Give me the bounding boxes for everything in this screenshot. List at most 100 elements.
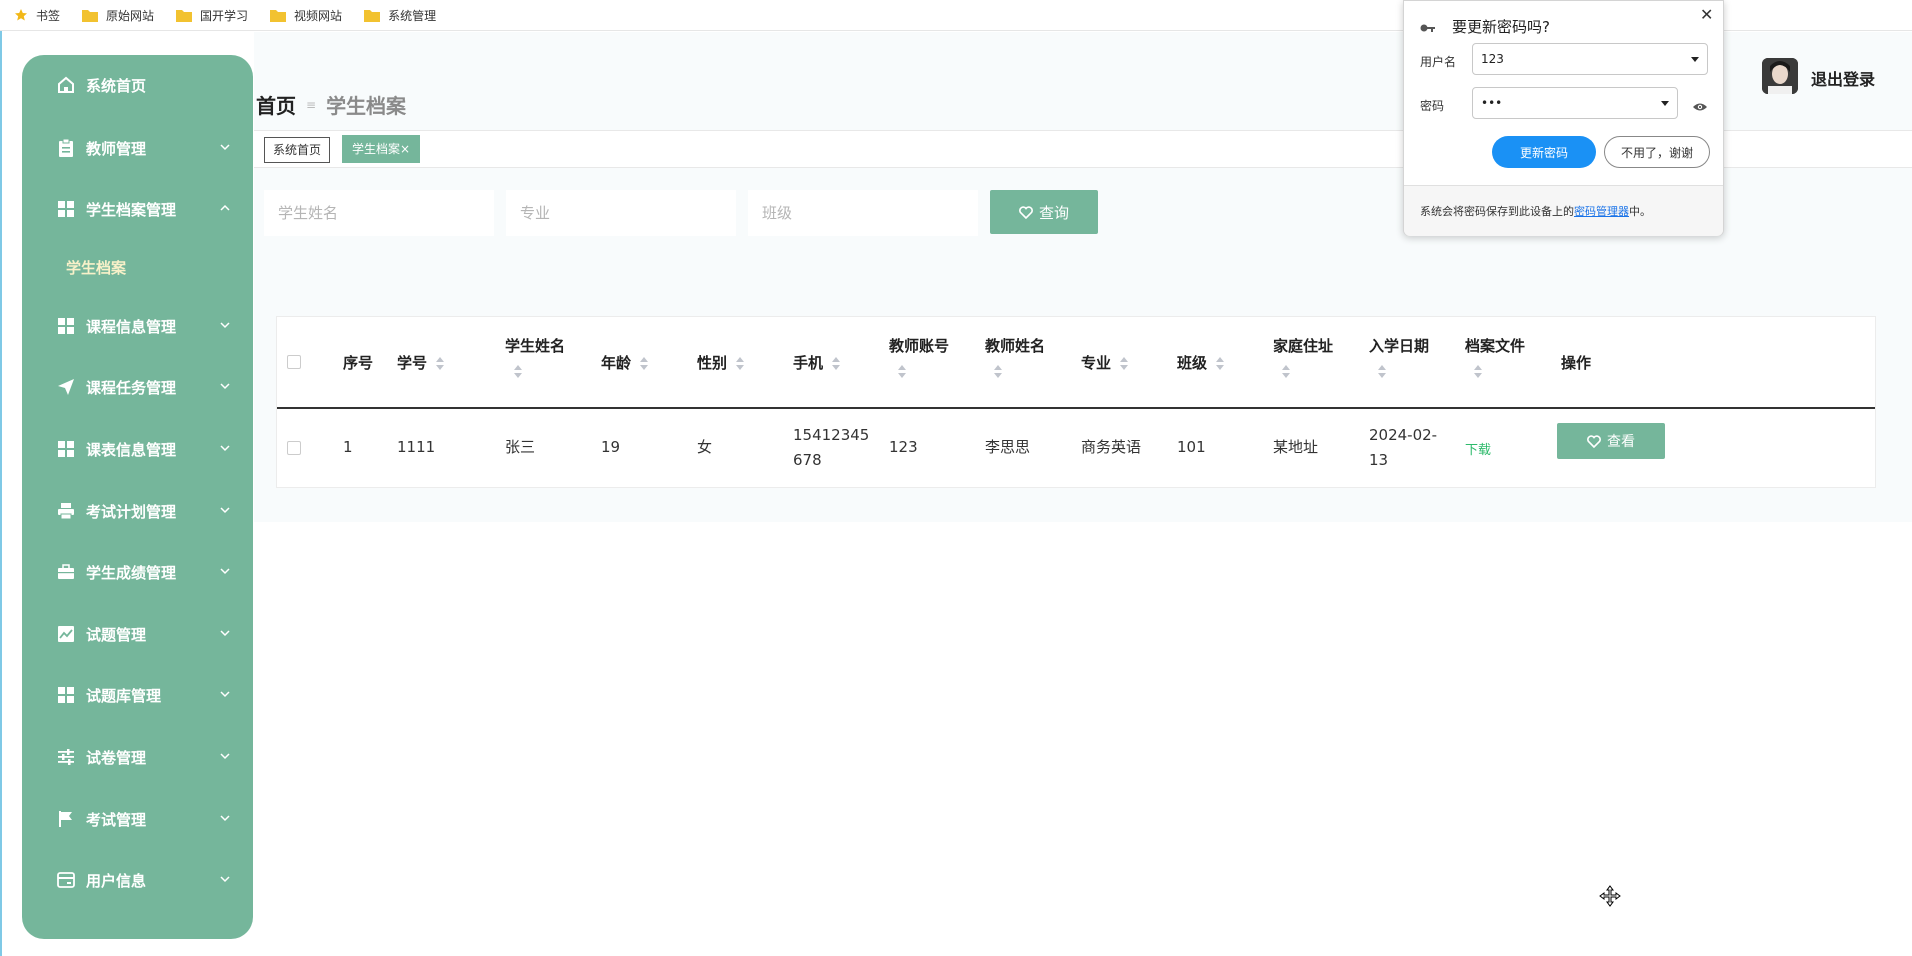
sidebar-item-student-archive[interactable]: 学生档案管理 — [22, 189, 253, 229]
student-name-input[interactable] — [264, 190, 494, 236]
header-student-name[interactable]: 学生姓名 — [505, 335, 565, 356]
tab-student-archive[interactable]: 学生档案× — [342, 135, 421, 163]
key-icon — [1420, 18, 1436, 37]
cell-student-name: 张三 — [505, 438, 536, 456]
decline-button[interactable]: 不用了，谢谢 — [1604, 136, 1710, 168]
password-manager-link[interactable]: 密码管理器 — [1574, 205, 1629, 218]
sort-icon[interactable] — [1281, 365, 1291, 379]
card-icon — [56, 870, 76, 890]
header-teacher-account[interactable]: 教师账号 — [889, 335, 949, 356]
cell-address: 某地址 — [1273, 438, 1319, 456]
header-gender[interactable]: 性别 — [697, 352, 745, 373]
username-select[interactable]: 123 — [1472, 43, 1708, 75]
chevron-down-icon — [220, 630, 230, 637]
breadcrumb-separator: ≡ — [306, 97, 317, 112]
sidebar-item-teacher[interactable]: 教师管理 — [22, 128, 253, 168]
sidebar-item-exam-plan[interactable]: 考试计划管理 — [22, 491, 253, 531]
sidebar-item-grades[interactable]: 学生成绩管理 — [22, 552, 253, 592]
close-icon[interactable]: ✕ — [1700, 5, 1713, 24]
clipboard-icon — [56, 138, 76, 158]
username-value: 123 — [1481, 52, 1504, 66]
sidebar-item-course-task[interactable]: 课程任务管理 — [22, 367, 253, 407]
sort-icon[interactable] — [897, 365, 907, 379]
view-button-label: 查看 — [1607, 434, 1635, 450]
sliders-icon — [56, 747, 76, 767]
header-phone[interactable]: 手机 — [793, 352, 841, 373]
chevron-down-icon — [220, 876, 230, 883]
briefcase-icon — [56, 562, 76, 582]
sort-icon — [639, 356, 649, 371]
search-button[interactable]: 查询 — [990, 190, 1098, 234]
bookmark-item[interactable]: 系统管理 — [364, 0, 436, 31]
header-index: 序号 — [343, 354, 374, 372]
eye-icon[interactable] — [1692, 97, 1708, 116]
chevron-down-icon — [220, 507, 230, 514]
sort-icon — [435, 356, 445, 371]
folder-icon — [364, 9, 381, 22]
grid-icon — [56, 316, 76, 336]
sort-icon[interactable] — [1377, 365, 1387, 379]
sidebar-item-exams[interactable]: 考试管理 — [22, 799, 253, 839]
avatar[interactable] — [1762, 58, 1798, 94]
sidebar-subitem-student-archive[interactable]: 学生档案 — [66, 257, 126, 278]
bookmark-label: 书签 — [36, 8, 61, 23]
sidebar-item-timetable[interactable]: 课表信息管理 — [22, 429, 253, 469]
header-age[interactable]: 年龄 — [601, 352, 649, 373]
class-input[interactable] — [748, 190, 978, 236]
sidebar-item-papers[interactable]: 试卷管理 — [22, 737, 253, 777]
bookmark-item[interactable]: 原始网站 — [82, 0, 154, 31]
star-icon — [14, 8, 28, 22]
row-checkbox[interactable] — [287, 441, 301, 455]
close-icon[interactable]: × — [400, 142, 410, 156]
update-password-button[interactable]: 更新密码 — [1492, 136, 1596, 168]
chevron-down-icon — [220, 691, 230, 698]
sort-icon[interactable] — [513, 365, 523, 379]
username-label: 用户名 — [1420, 55, 1457, 69]
password-label: 密码 — [1420, 99, 1445, 113]
sort-icon[interactable] — [1473, 365, 1483, 379]
search-button-label: 查询 — [1038, 203, 1069, 222]
bookmark-label: 国开学习 — [200, 8, 249, 23]
sidebar-item-home[interactable]: 系统首页 — [22, 65, 253, 105]
tab-home[interactable]: 系统首页 — [264, 137, 331, 163]
header-file[interactable]: 档案文件 — [1465, 335, 1525, 356]
sidebar: 系统首页 教师管理 学生档案管理 学生档案 课程信息管理 课程任务管理 课表信息… — [22, 55, 253, 939]
student-table: 序号 学号 学生姓名 年龄 性别 手机 教师账号 教师姓名 专业 班级 家庭住址… — [276, 316, 1876, 488]
sidebar-item-course-info[interactable]: 课程信息管理 — [22, 306, 253, 346]
download-link[interactable]: 下载 — [1465, 439, 1491, 458]
header-address[interactable]: 家庭住址 — [1273, 335, 1333, 356]
password-select[interactable]: ••• — [1472, 87, 1678, 119]
header-teacher-name[interactable]: 教师姓名 — [985, 335, 1045, 356]
bookmark-item[interactable]: 国开学习 — [176, 0, 248, 31]
major-input[interactable] — [506, 190, 736, 236]
heart-icon — [1019, 205, 1033, 219]
bookmark-item[interactable]: 视频网站 — [270, 0, 342, 31]
sidebar-item-label: 教师管理 — [86, 139, 147, 158]
header-enroll-date[interactable]: 入学日期 — [1369, 335, 1429, 356]
folder-icon — [270, 9, 287, 22]
folder-icon — [82, 9, 99, 22]
logout-button[interactable]: 退出登录 — [1811, 66, 1875, 90]
header-major[interactable]: 专业 — [1081, 352, 1129, 373]
select-all-checkbox[interactable] — [287, 355, 301, 369]
sort-icon — [831, 356, 841, 371]
chevron-up-icon — [220, 204, 230, 211]
chart-icon — [56, 624, 76, 644]
header-student-no[interactable]: 学号 — [397, 352, 445, 373]
sidebar-item-label: 系统首页 — [86, 76, 147, 95]
sidebar-item-user-info[interactable]: 用户信息 — [22, 860, 253, 900]
view-button[interactable]: 查看 — [1557, 423, 1665, 459]
folder-icon — [176, 9, 193, 22]
breadcrumb-home[interactable]: 首页 — [256, 90, 296, 119]
chevron-down-icon — [220, 383, 230, 390]
sort-icon — [735, 356, 745, 371]
bookmark-item[interactable]: 书签 — [14, 0, 60, 31]
sidebar-item-label: 学生档案管理 — [86, 200, 177, 219]
sidebar-item-question-bank[interactable]: 试题库管理 — [22, 675, 253, 715]
sort-icon[interactable] — [993, 365, 1003, 379]
popup-footer: 系统会将密码保存到此设备上的密码管理器中。 — [1404, 185, 1723, 236]
sidebar-item-questions[interactable]: 试题管理 — [22, 614, 253, 654]
table-header: 序号 学号 学生姓名 年龄 性别 手机 教师账号 教师姓名 专业 班级 家庭住址… — [277, 317, 1875, 409]
grid-icon — [56, 199, 76, 219]
header-class[interactable]: 班级 — [1177, 352, 1225, 373]
